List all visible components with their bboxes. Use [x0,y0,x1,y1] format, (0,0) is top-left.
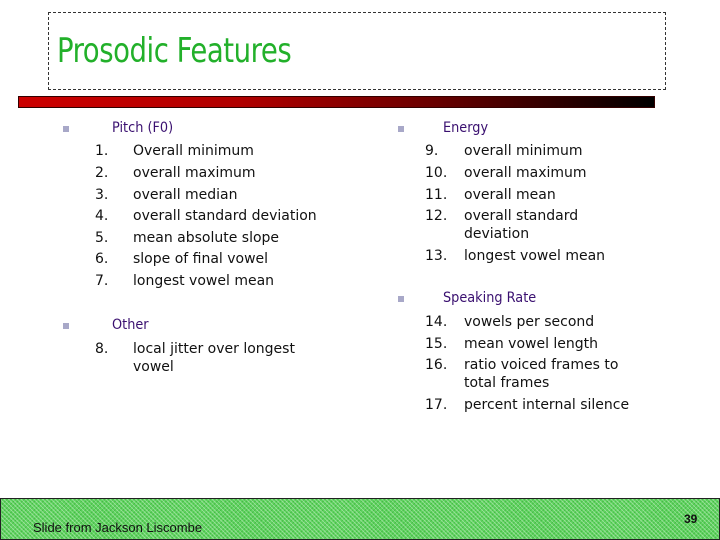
slide-number: 39 [684,512,698,526]
item-number: 11. [425,187,448,203]
section-heading-speaking-rate: Speaking Rate [443,290,537,306]
item-number: 9. [425,143,439,159]
item-number: 14. [425,314,448,330]
item-number: 3. [95,187,109,203]
square-bullet-icon [63,126,69,132]
title-placeholder: Prosodic Features [48,12,666,90]
item-number: 10. [425,165,448,181]
list-item: ratio voiced frames to [464,357,619,373]
item-number: 6. [95,251,109,267]
list-item: overall maximum [464,165,587,181]
list-item-continuation: vowel [133,359,174,375]
list-item: slope of final vowel [133,251,269,267]
section-heading-other: Other [112,317,149,333]
footer-credit: Slide from Jackson Liscombe [33,520,203,535]
list-item: longest vowel mean [464,248,606,264]
list-item: longest vowel mean [133,273,275,289]
section-heading-energy: Energy [443,120,489,136]
item-number: 8. [95,341,109,357]
item-number: 2. [95,165,109,181]
section-heading-pitch: Pitch (F0) [112,120,174,136]
list-item: Overall minimum [133,143,254,159]
item-number: 13. [425,248,448,264]
list-item: overall mean [464,187,556,203]
item-number: 1. [95,143,109,159]
list-item: mean absolute slope [133,230,280,246]
item-number: 12. [425,208,448,224]
item-number: 4. [95,208,109,224]
square-bullet-icon [398,126,404,132]
list-item-continuation: total frames [464,375,550,391]
list-item: local jitter over longest [133,341,295,357]
list-item: overall standard deviation [133,208,317,224]
title-divider-bar [18,96,655,108]
item-number: 5. [95,230,109,246]
square-bullet-icon [398,296,404,302]
item-number: 17. [425,397,448,413]
item-number: 15. [425,336,448,352]
item-number: 7. [95,273,109,289]
list-item: percent internal silence [464,397,630,413]
list-item: mean vowel length [464,336,599,352]
square-bullet-icon [63,323,69,329]
slide-footer: Slide from Jackson Liscombe 39 [0,498,720,540]
list-item: vowels per second [464,314,595,330]
list-item-continuation: deviation [464,226,530,242]
item-number: 16. [425,357,448,373]
slide-title: Prosodic Features [57,31,292,71]
list-item: overall median [133,187,238,203]
list-item: overall standard [464,208,579,224]
list-item: overall maximum [133,165,256,181]
list-item: overall minimum [464,143,583,159]
